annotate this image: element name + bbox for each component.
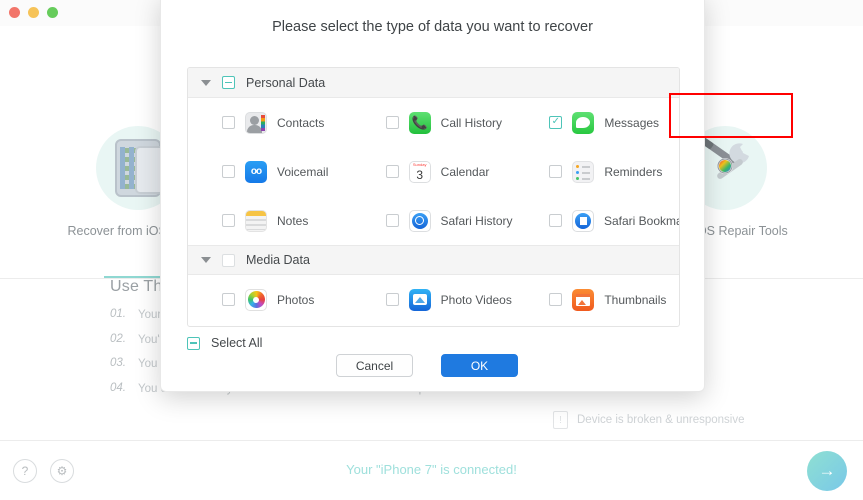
data-type-safari-history[interactable]: Safari History [352,209,516,232]
data-type-label: Reminders [604,164,663,179]
data-type-call-history[interactable]: 📞 Call History [352,111,516,134]
data-type-calendar[interactable]: Sunday 3 Calendar [352,160,516,183]
data-type-thumbnails[interactable]: Thumbnails [515,288,679,311]
data-type-photo-videos[interactable]: Photo Videos [352,288,516,311]
bottom-bar: ? ⚙ Your "iPhone 7" is connected! → [0,440,863,500]
group-label: Media Data [246,253,310,267]
table-row: Notes Safari History Safari Bookmarks [188,196,679,245]
checkbox-photos[interactable] [222,293,235,306]
cancel-button[interactable]: Cancel [336,354,413,377]
thumbnails-icon [572,288,595,311]
recover-data-type-dialog: Please select the type of data you want … [160,0,793,392]
checkbox-safari-history[interactable] [385,214,399,227]
data-type-messages[interactable]: ✓ Messages [515,111,679,134]
data-type-contacts[interactable]: Contacts [188,111,352,134]
checkbox-calendar[interactable] [385,165,399,178]
data-type-label: Voicemail [277,164,329,179]
photo-videos-icon [408,288,431,311]
data-type-photos[interactable]: Photos [188,288,352,311]
chevron-down-icon[interactable] [201,79,211,86]
data-type-reminders[interactable]: Reminders [515,160,679,183]
minimize-button[interactable] [28,7,39,18]
checkbox-notes[interactable] [222,214,235,227]
table-row: Photos Photo Videos Thumbnails [188,275,679,324]
safari-bookmarks-icon [572,209,594,232]
group-header-personal-data[interactable]: Personal Data [188,68,679,98]
reminders-icon [572,160,595,183]
photos-icon [245,288,267,311]
notes-icon [245,209,267,232]
data-type-label: Notes [277,213,309,228]
data-type-voicemail[interactable]: oo Voicemail [188,160,352,183]
data-type-safari-bookmarks[interactable]: Safari Bookmarks [515,209,679,232]
group-checkbox-media-data[interactable] [222,253,235,267]
safari-history-icon [408,209,431,232]
data-type-notes[interactable]: Notes [188,209,352,232]
data-type-label: Safari Bookmarks [604,213,679,228]
checkbox-reminders[interactable] [549,165,563,178]
table-row: Contacts 📞 Call History ✓ Messages [188,98,679,147]
checkbox-select-all[interactable] [187,336,200,350]
checkbox-safari-bookmarks[interactable] [549,214,562,227]
broken-device-row[interactable]: ! Device is broken & unresponsive [553,411,744,429]
data-type-label: Calendar [440,164,490,179]
data-type-label: Safari History [440,213,513,228]
step-number: 03. [110,357,126,370]
arrow-right-icon[interactable]: → [807,451,847,491]
app-window: Recover from iOS Device More iOS Repair … [0,0,863,500]
select-all-row[interactable]: Select All [187,336,262,350]
table-row: oo Voicemail Sunday 3 Calendar Reminders [188,147,679,196]
group-header-media-data[interactable]: Media Data [188,245,679,275]
contacts-icon [245,111,267,134]
step-number: 01. [110,308,126,320]
data-type-label: Contacts [277,115,325,130]
personal-data-rows: Contacts 📞 Call History ✓ Messages oo Vo… [188,98,679,245]
data-type-list-panel: Personal Data Contacts 📞 Call History ✓ … [187,67,680,327]
checkbox-photo-videos[interactable] [385,293,399,306]
step-number: 02. [110,332,126,345]
zoom-button[interactable] [47,7,58,18]
select-all-label: Select All [211,336,263,350]
checkbox-contacts[interactable] [222,116,235,129]
data-type-label: Messages [604,115,660,130]
calendar-icon: Sunday 3 [408,160,431,183]
group-label: Personal Data [246,75,326,90]
close-button[interactable] [9,7,20,18]
warning-icon: ! [553,411,568,429]
data-type-label: Photo Videos [440,292,512,307]
data-type-label: Thumbnails [604,292,667,307]
group-checkbox-personal-data[interactable] [222,76,235,89]
step-number: 04. [110,381,126,394]
media-data-rows: Photos Photo Videos Thumbnails [188,275,679,324]
checkbox-messages[interactable]: ✓ [549,116,563,129]
checkbox-thumbnails[interactable] [549,293,563,306]
ok-button[interactable]: OK [441,354,518,377]
messages-icon [572,111,595,134]
data-type-label: Call History [440,115,503,130]
dialog-title: Please select the type of data you want … [272,19,593,35]
broken-device-label: Device is broken & unresponsive [577,414,745,426]
data-type-label: Photos [277,292,315,307]
call-history-icon: 📞 [408,111,431,134]
voicemail-icon: oo [245,160,267,183]
checkbox-voicemail[interactable] [222,165,235,178]
chevron-down-icon[interactable] [201,257,211,263]
checkbox-call-history[interactable] [385,116,399,129]
status-text: Your "iPhone 7" is connected! [346,462,517,477]
window-controls[interactable] [9,7,58,18]
